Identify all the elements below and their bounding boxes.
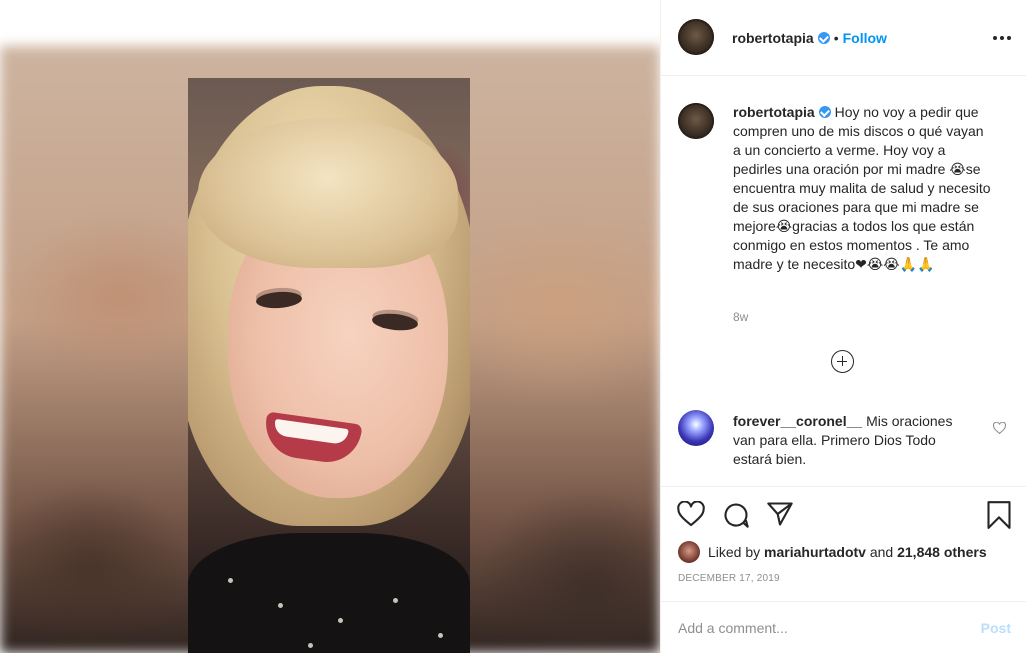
likes-others-link[interactable]: 21,848 others <box>897 544 987 560</box>
plus-circle-icon[interactable] <box>831 350 854 373</box>
commenter-username[interactable]: forever__coronel__ <box>733 413 862 429</box>
follow-button[interactable]: Follow <box>843 30 887 46</box>
caption-author-avatar[interactable] <box>678 103 714 139</box>
photo-sparkle <box>338 618 343 623</box>
caption-body: Hoy no voy a pedir que compren uno de mi… <box>733 104 991 272</box>
likes-prefix: Liked by <box>708 544 761 560</box>
comment-like-heart-icon[interactable] <box>992 421 1007 437</box>
photo-sparkle <box>438 633 443 638</box>
comment-icon[interactable] <box>722 501 750 534</box>
caption-username[interactable]: robertotapia <box>733 104 815 120</box>
comment-text-block: forever__coronel__ Mis oraciones van par… <box>733 412 965 469</box>
post-comment-button[interactable]: Post <box>981 620 1011 636</box>
liker-username[interactable]: mariahurtadotv <box>764 544 866 560</box>
verified-badge-icon <box>817 32 830 44</box>
photo-sparkle <box>308 643 313 648</box>
likes-and: and <box>869 544 894 560</box>
commenter-avatar[interactable] <box>678 410 714 446</box>
add-comment-input[interactable] <box>678 618 958 638</box>
more-options-icon[interactable] <box>993 36 1011 40</box>
author-avatar[interactable] <box>678 19 714 55</box>
action-bar: Liked by mariahurtadotv and 21,848 other… <box>661 486 1026 653</box>
author-username[interactable]: robertotapia <box>732 30 814 46</box>
share-icon[interactable] <box>766 501 794 532</box>
caption-text-block: robertotapia Hoy no voy a pedir que comp… <box>733 103 995 274</box>
verified-badge-icon <box>818 106 831 118</box>
photo-bangs <box>198 118 458 268</box>
comment-item: forever__coronel__ Mis oraciones van par… <box>678 410 1008 470</box>
photo-sparkle <box>278 603 283 608</box>
heart-icon[interactable] <box>677 500 705 532</box>
bookmark-icon[interactable] <box>986 501 1012 534</box>
photo-sparkle <box>393 598 398 603</box>
post-date[interactable]: DECEMBER 17, 2019 <box>678 573 780 584</box>
likes-summary: Liked by mariahurtadotv and 21,848 other… <box>678 541 987 563</box>
separator-dot: • <box>833 30 839 46</box>
post-media[interactable] <box>0 0 660 653</box>
comment-composer: Post <box>661 601 1026 654</box>
liker-avatar[interactable] <box>678 541 700 563</box>
post-sidebar: robertotapia • Follow robertotapia Hoy no … <box>660 0 1026 653</box>
post-header: robertotapia • Follow <box>661 0 1026 76</box>
post-photo[interactable] <box>188 78 470 653</box>
photo-sparkle <box>228 578 233 583</box>
photo-top <box>188 533 470 653</box>
author-line: robertotapia • Follow <box>732 30 887 48</box>
post-age[interactable]: 8w <box>733 310 748 324</box>
